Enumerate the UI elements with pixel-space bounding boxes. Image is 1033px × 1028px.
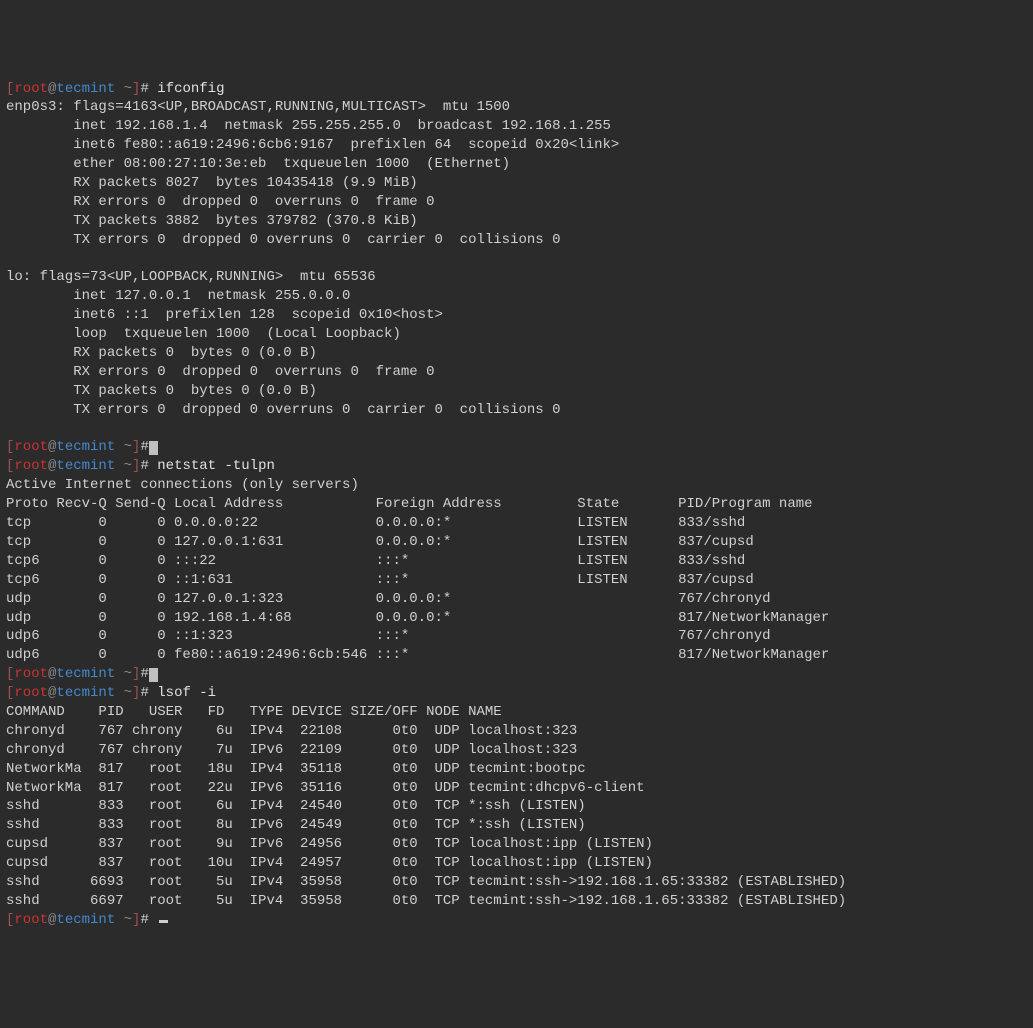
- cursor-icon: [159, 920, 168, 923]
- lsof-line: chronyd 767 chrony 7u IPv6 22109 0t0 UDP…: [6, 742, 577, 758]
- ifconfig-line: TX packets 3882 bytes 379782 (370.8 KiB): [6, 213, 418, 229]
- netstat-line: udp6 0 0 fe80::a619:2496:6cb:546 :::* 81…: [6, 647, 829, 663]
- lsof-line: sshd 6697 root 5u IPv4 35958 0t0 TCP tec…: [6, 893, 846, 909]
- lsof-line: sshd 833 root 8u IPv6 24549 0t0 TCP *:ss…: [6, 817, 586, 833]
- prompt-line: [root@tecmint ~]#: [6, 912, 149, 928]
- netstat-line: udp6 0 0 ::1:323 :::* 767/chronyd: [6, 628, 771, 644]
- prompt-line: [root@tecmint ~]#: [6, 666, 149, 682]
- prompt-line: [root@tecmint ~]#: [6, 81, 149, 97]
- ifconfig-line: loop txqueuelen 1000 (Local Loopback): [6, 326, 401, 342]
- ifconfig-line: TX errors 0 dropped 0 overruns 0 carrier…: [6, 402, 561, 418]
- command-netstat: netstat -tulpn: [157, 458, 275, 474]
- lsof-line: NetworkMa 817 root 22u IPv6 35116 0t0 UD…: [6, 780, 645, 796]
- lsof-line: chronyd 767 chrony 6u IPv4 22108 0t0 UDP…: [6, 723, 577, 739]
- ifconfig-line: enp0s3: flags=4163<UP,BROADCAST,RUNNING,…: [6, 99, 510, 115]
- ifconfig-line: inet 192.168.1.4 netmask 255.255.255.0 b…: [6, 118, 611, 134]
- netstat-line: Proto Recv-Q Send-Q Local Address Foreig…: [6, 496, 813, 512]
- ifconfig-line: ether 08:00:27:10:3e:eb txqueuelen 1000 …: [6, 156, 510, 172]
- prompt-line: [root@tecmint ~]#: [6, 439, 149, 455]
- ifconfig-line: RX packets 0 bytes 0 (0.0 B): [6, 345, 317, 361]
- lsof-line: sshd 833 root 6u IPv4 24540 0t0 TCP *:ss…: [6, 798, 586, 814]
- lsof-line: NetworkMa 817 root 18u IPv4 35118 0t0 UD…: [6, 761, 586, 777]
- lsof-line: cupsd 837 root 9u IPv6 24956 0t0 TCP loc…: [6, 836, 653, 852]
- lsof-line: COMMAND PID USER FD TYPE DEVICE SIZE/OFF…: [6, 704, 502, 720]
- netstat-line: udp 0 0 192.168.1.4:68 0.0.0.0:* 817/Net…: [6, 610, 829, 626]
- ifconfig-line: RX errors 0 dropped 0 overruns 0 frame 0: [6, 194, 434, 210]
- prompt-line: [root@tecmint ~]#: [6, 458, 149, 474]
- netstat-line: tcp6 0 0 ::1:631 :::* LISTEN 837/cupsd: [6, 572, 754, 588]
- ifconfig-line: inet6 fe80::a619:2496:6cb6:9167 prefixle…: [6, 137, 619, 153]
- netstat-line: tcp6 0 0 :::22 :::* LISTEN 833/sshd: [6, 553, 745, 569]
- ifconfig-line: inet 127.0.0.1 netmask 255.0.0.0: [6, 288, 350, 304]
- ifconfig-line: lo: flags=73<UP,LOOPBACK,RUNNING> mtu 65…: [6, 269, 376, 285]
- ifconfig-line: RX packets 8027 bytes 10435418 (9.9 MiB): [6, 175, 418, 191]
- ifconfig-line: RX errors 0 dropped 0 overruns 0 frame 0: [6, 364, 434, 380]
- ifconfig-line: TX errors 0 dropped 0 overruns 0 carrier…: [6, 232, 561, 248]
- cursor-block-icon: [149, 441, 158, 455]
- netstat-line: udp 0 0 127.0.0.1:323 0.0.0.0:* 767/chro…: [6, 591, 771, 607]
- netstat-line: tcp 0 0 127.0.0.1:631 0.0.0.0:* LISTEN 8…: [6, 534, 754, 550]
- command-lsof: lsof -i: [157, 685, 216, 701]
- terminal-output[interactable]: [root@tecmint ~]# ifconfig enp0s3: flags…: [6, 80, 1027, 930]
- command-ifconfig: ifconfig: [157, 81, 224, 97]
- ifconfig-line: inet6 ::1 prefixlen 128 scopeid 0x10<hos…: [6, 307, 443, 323]
- ifconfig-line: TX packets 0 bytes 0 (0.0 B): [6, 383, 317, 399]
- cursor-block-icon: [149, 668, 158, 682]
- netstat-line: Active Internet connections (only server…: [6, 477, 359, 493]
- prompt-line: [root@tecmint ~]#: [6, 685, 149, 701]
- lsof-line: cupsd 837 root 10u IPv4 24957 0t0 TCP lo…: [6, 855, 653, 871]
- netstat-line: tcp 0 0 0.0.0.0:22 0.0.0.0:* LISTEN 833/…: [6, 515, 745, 531]
- lsof-line: sshd 6693 root 5u IPv4 35958 0t0 TCP tec…: [6, 874, 846, 890]
